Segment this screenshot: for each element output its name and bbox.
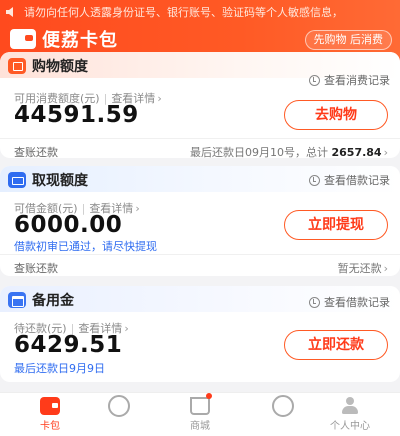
- repay-status[interactable]: 暂无还款 ›: [338, 260, 388, 276]
- circle-icon: [108, 395, 130, 417]
- reserve-icon: [8, 292, 26, 308]
- shop-icon: [190, 393, 212, 415]
- approval-note: 借款初审已通过，请尽快提现: [14, 240, 157, 253]
- circle-icon: [272, 395, 294, 417]
- view-consumption-records-link[interactable]: 查看消费记录: [309, 72, 390, 88]
- view-loan-records-link[interactable]: 查看借款记录: [309, 172, 390, 188]
- reserve-card-header: 备用金 查看借款记录: [0, 286, 400, 312]
- clock-icon: [309, 74, 320, 86]
- brand: 便荔卡包: [10, 26, 118, 52]
- reserve-title: 备用金: [32, 293, 74, 309]
- clock-icon: [309, 296, 320, 308]
- total-amount: 2657.84: [331, 146, 382, 158]
- view-loan-records-link[interactable]: 查看借款记录: [309, 294, 390, 310]
- shopping-title: 购物额度: [32, 59, 88, 75]
- notice-text: 请勿向任何人透露身份证号、银行账号、验证码等个人敏感信息，: [24, 6, 343, 19]
- tab-label: 卡包: [40, 421, 60, 432]
- shopping-card: 购物额度 查看消费记录 可用消费额度(元) | 查看详情 › 44591.59 去购物…: [0, 52, 400, 158]
- tab-wallet[interactable]: 卡包: [0, 397, 100, 432]
- bottom-tab-bar: 卡包 商城 个人中心: [0, 392, 400, 436]
- reserve-amount: 6429.51: [14, 332, 123, 358]
- shopping-footer: 查账还款 最后还款日09月10号，总计 2657.84 ›: [0, 138, 400, 158]
- wallet-logo-icon: [10, 29, 36, 49]
- check-bill-link[interactable]: 查账还款: [14, 260, 58, 276]
- check-bill-link[interactable]: 查账还款: [14, 144, 58, 158]
- cash-footer: 查账还款 暂无还款 ›: [0, 254, 400, 276]
- user-icon: [340, 397, 360, 415]
- shopping-bag-icon: [8, 58, 26, 74]
- due-date: 最后还款日9月9日: [14, 362, 105, 375]
- repay-now-button[interactable]: 立即还款: [284, 330, 388, 360]
- withdraw-now-button[interactable]: 立即提现: [284, 210, 388, 240]
- clock-icon: [309, 174, 320, 186]
- app-name: 便荔卡包: [42, 30, 118, 51]
- cash-icon: [8, 172, 26, 188]
- cash-card-header: 取现额度 查看借款记录: [0, 166, 400, 192]
- wallet-icon: [40, 397, 60, 415]
- go-shopping-button[interactable]: 去购物: [284, 100, 388, 130]
- header-pill[interactable]: 先购物 后消费: [304, 30, 392, 50]
- tab-label: 个人中心: [330, 421, 370, 432]
- shopping-amount: 44591.59: [14, 102, 139, 128]
- speaker-icon: [6, 7, 13, 17]
- cash-title: 取现额度: [32, 173, 88, 189]
- tab-profile[interactable]: 个人中心: [300, 397, 400, 432]
- tab-label: 商城: [190, 421, 210, 432]
- security-notice: 请勿向任何人透露身份证号、银行账号、验证码等个人敏感信息，: [0, 0, 400, 24]
- cash-amount: 6000.00: [14, 212, 123, 238]
- last-repay-info[interactable]: 最后还款日09月10号，总计 2657.84 ›: [190, 144, 388, 158]
- tab-mall[interactable]: 商城: [150, 393, 250, 432]
- cash-card: 取现额度 查看借款记录 可借金额(元) | 查看详情 › 6000.00 立即提现 借…: [0, 166, 400, 276]
- reserve-card: 备用金 查看借款记录 待还款(元) | 查看详情 › 6429.51 立即还款 最后还…: [0, 286, 400, 382]
